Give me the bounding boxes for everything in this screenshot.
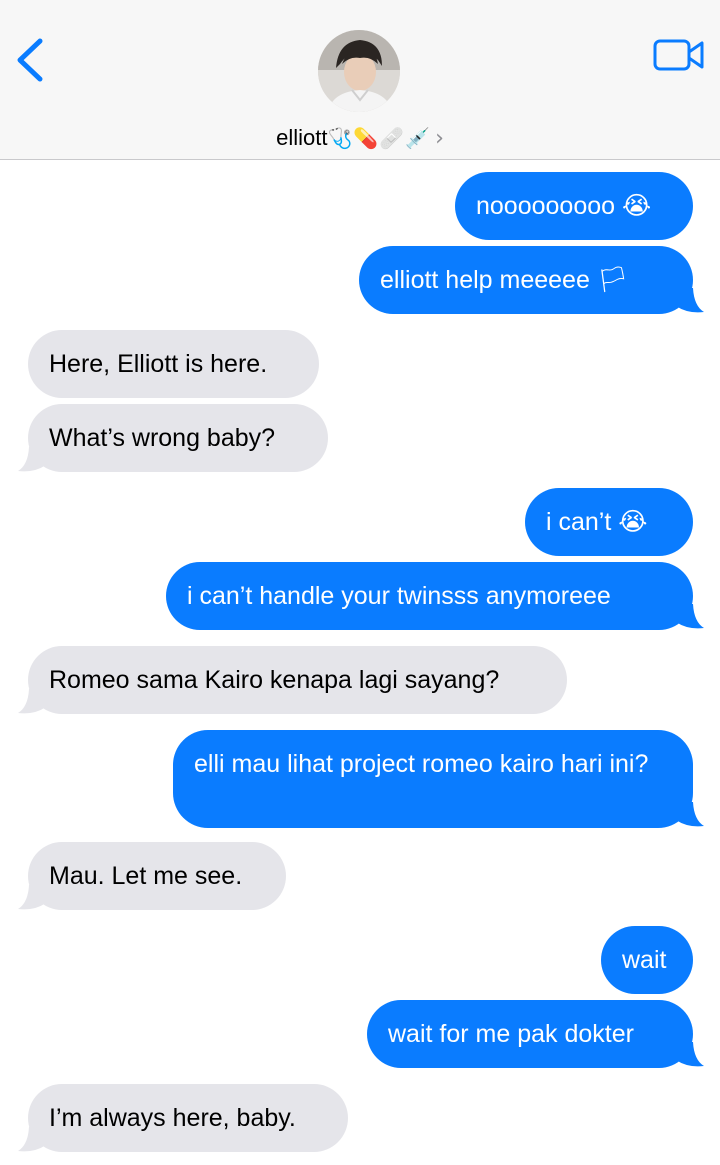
bubble-tail — [18, 447, 46, 472]
message-bubble-sent[interactable]: i can’t handle your twinsss anymoreee — [166, 562, 693, 630]
message-bubble-sent[interactable]: i can’t 😭 — [525, 488, 693, 556]
crying-face-emoji: 😭 — [622, 191, 652, 220]
message-text: I’m always here, baby. — [49, 1104, 296, 1132]
message-bubble-received[interactable]: What’s wrong baby? — [28, 404, 328, 472]
bubble-tail — [676, 288, 704, 313]
message-bubble-sent[interactable]: wait for me pak dokter — [367, 1000, 693, 1068]
message-bubble-received[interactable]: Romeo sama Kairo kenapa lagi sayang? — [28, 646, 567, 714]
bubble-tail — [18, 1127, 46, 1152]
conversation-header: elliott🩺💊🩹💉 › — [0, 0, 720, 160]
message-text: elliott help meeeee — [380, 266, 590, 294]
chevron-left-icon — [17, 38, 43, 82]
message-text: i can’t handle your twinsss anymoreee — [187, 582, 611, 610]
message-bubble-sent[interactable]: elliott help meeeee 🏳 — [359, 246, 693, 314]
message-bubble-sent[interactable]: elli mau lihat project romeo kairo hari … — [173, 730, 693, 828]
message-bubble-sent[interactable]: wait — [601, 926, 693, 994]
bubble-tail — [18, 689, 46, 714]
bubble-tail — [676, 604, 704, 629]
back-button[interactable] — [10, 30, 54, 90]
message-text: elli mau lihat project romeo kairo hari … — [194, 750, 649, 778]
bubble-tail — [676, 1042, 704, 1067]
message-text: wait — [622, 946, 667, 974]
bubble-tail — [18, 885, 46, 910]
message-text: nooooooooo — [476, 192, 616, 220]
message-text: i can’t — [546, 508, 612, 536]
contact-avatar[interactable] — [318, 30, 400, 112]
crying-face-emoji: 😭 — [618, 507, 648, 536]
video-call-button[interactable] — [652, 38, 706, 74]
message-bubble-sent[interactable]: nooooooooo 😭 — [455, 172, 693, 240]
message-text: Here, Elliott is here. — [49, 350, 268, 378]
white-flag-emoji: 🏳 — [596, 265, 629, 294]
message-text: What’s wrong baby? — [49, 424, 276, 452]
avatar-photo — [318, 30, 400, 112]
contact-name: elliott — [276, 125, 328, 150]
contact-name-button[interactable]: elliott🩺💊🩹💉 › — [0, 118, 720, 159]
message-bubble-received[interactable]: I’m always here, baby. — [28, 1084, 348, 1152]
chevron-right-icon: › — [435, 126, 444, 151]
message-bubble-received[interactable]: Mau. Let me see. — [28, 842, 286, 910]
contact-emoji: 🩺💊🩹💉 — [327, 126, 432, 150]
message-thread[interactable]: nooooooooo 😭 elliott help meeeee 🏳 Here,… — [0, 160, 720, 1165]
message-text: Mau. Let me see. — [49, 862, 243, 890]
message-text: Romeo sama Kairo kenapa lagi sayang? — [49, 666, 500, 694]
message-bubble-received[interactable]: Here, Elliott is here. — [28, 330, 319, 398]
message-text: wait for me pak dokter — [388, 1020, 634, 1048]
video-camera-icon — [653, 39, 704, 71]
bubble-tail — [676, 802, 704, 827]
